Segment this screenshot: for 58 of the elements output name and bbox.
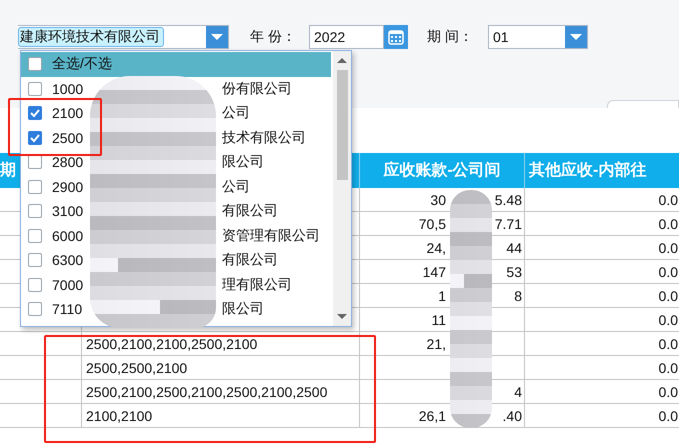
company-code: 7000 [52,276,84,293]
amount-fragment: 44 [506,240,522,256]
table-cell: 2500,2100,2100,2500,2100 [82,332,360,356]
table-cell: 0.0 [525,380,679,404]
amount-fragment: 70,5 [418,216,446,232]
period-value: 01 [492,28,510,47]
company-code: 1000 [52,80,84,97]
table-cell: 2500,2500,2100 [82,356,360,380]
company-select[interactable]: 建康环境技术有限公司 [18,25,229,49]
table-cell: 0.0 [525,308,679,332]
column-header: 其他应收-内部往 [525,153,679,188]
table-cell: 0.0 [525,356,679,380]
company-name: 限公司 [222,300,264,318]
amount-fragment: 11 [431,312,446,328]
company-code: 3100 [52,203,84,220]
amount-fragment: 147 [422,264,446,280]
table-cell: 2100,2100 [82,404,360,428]
column-header: 应收账款-公司间 [360,153,525,188]
table-cell: 0.0 [525,188,679,212]
company-code: 6300 [52,252,84,268]
company-name: 有限公司 [222,202,278,220]
amount-fragment: 8 [514,288,522,304]
company-code: 2500 [52,130,84,146]
company-name: 限公司 [222,153,264,172]
company-name: 公司 [222,178,250,196]
table-cell: 0.0 [525,236,679,260]
company-name: 理有限公司 [222,276,292,294]
table-cell: 0.0 [525,404,679,428]
table-cell: 0.0 [525,212,679,236]
amount-fragment: 26,1 [418,408,446,424]
table-cell: 0.0 [525,332,679,356]
table-cell: 2500,2100,2500,2100,2500,2100,2500 [82,380,360,404]
table-cell: 0.0 [525,284,679,308]
amount-fragment: 4 [514,384,522,400]
amount-fragment: .40 [502,408,522,424]
table-cell: 0.0 [525,260,679,284]
company-code: 2800 [52,154,84,170]
amount-fragment: 1 [438,288,446,304]
company-name: 资管理有限公司 [222,226,320,245]
year-field[interactable]: 2022 [309,25,384,49]
company-code: 2100 [52,105,84,122]
company-name: 技术有限公司 [222,128,306,147]
amount-fragment: 24, [426,240,446,256]
company-name: 有限公司 [222,251,278,270]
period-label: 期 间： [427,28,474,46]
period-select[interactable]: 01 [488,25,588,49]
company-code: 7110 [52,301,84,318]
amount-fragment: 21, [426,336,446,352]
company-name: 公司 [222,104,250,122]
select-all-option[interactable]: 全选/不选 [21,52,331,76]
company-code: 6000 [52,228,84,244]
amount-fragment: 53 [506,264,522,280]
company-name: 份有限公司 [222,80,292,98]
company-name: 建康环境技术有限公司 [18,27,164,47]
amount-fragment: 30 [430,192,446,208]
amount-fragment: 7.71 [494,216,522,232]
amount-fragment: 5.48 [494,192,522,208]
year-label: 年 份： [250,28,297,46]
